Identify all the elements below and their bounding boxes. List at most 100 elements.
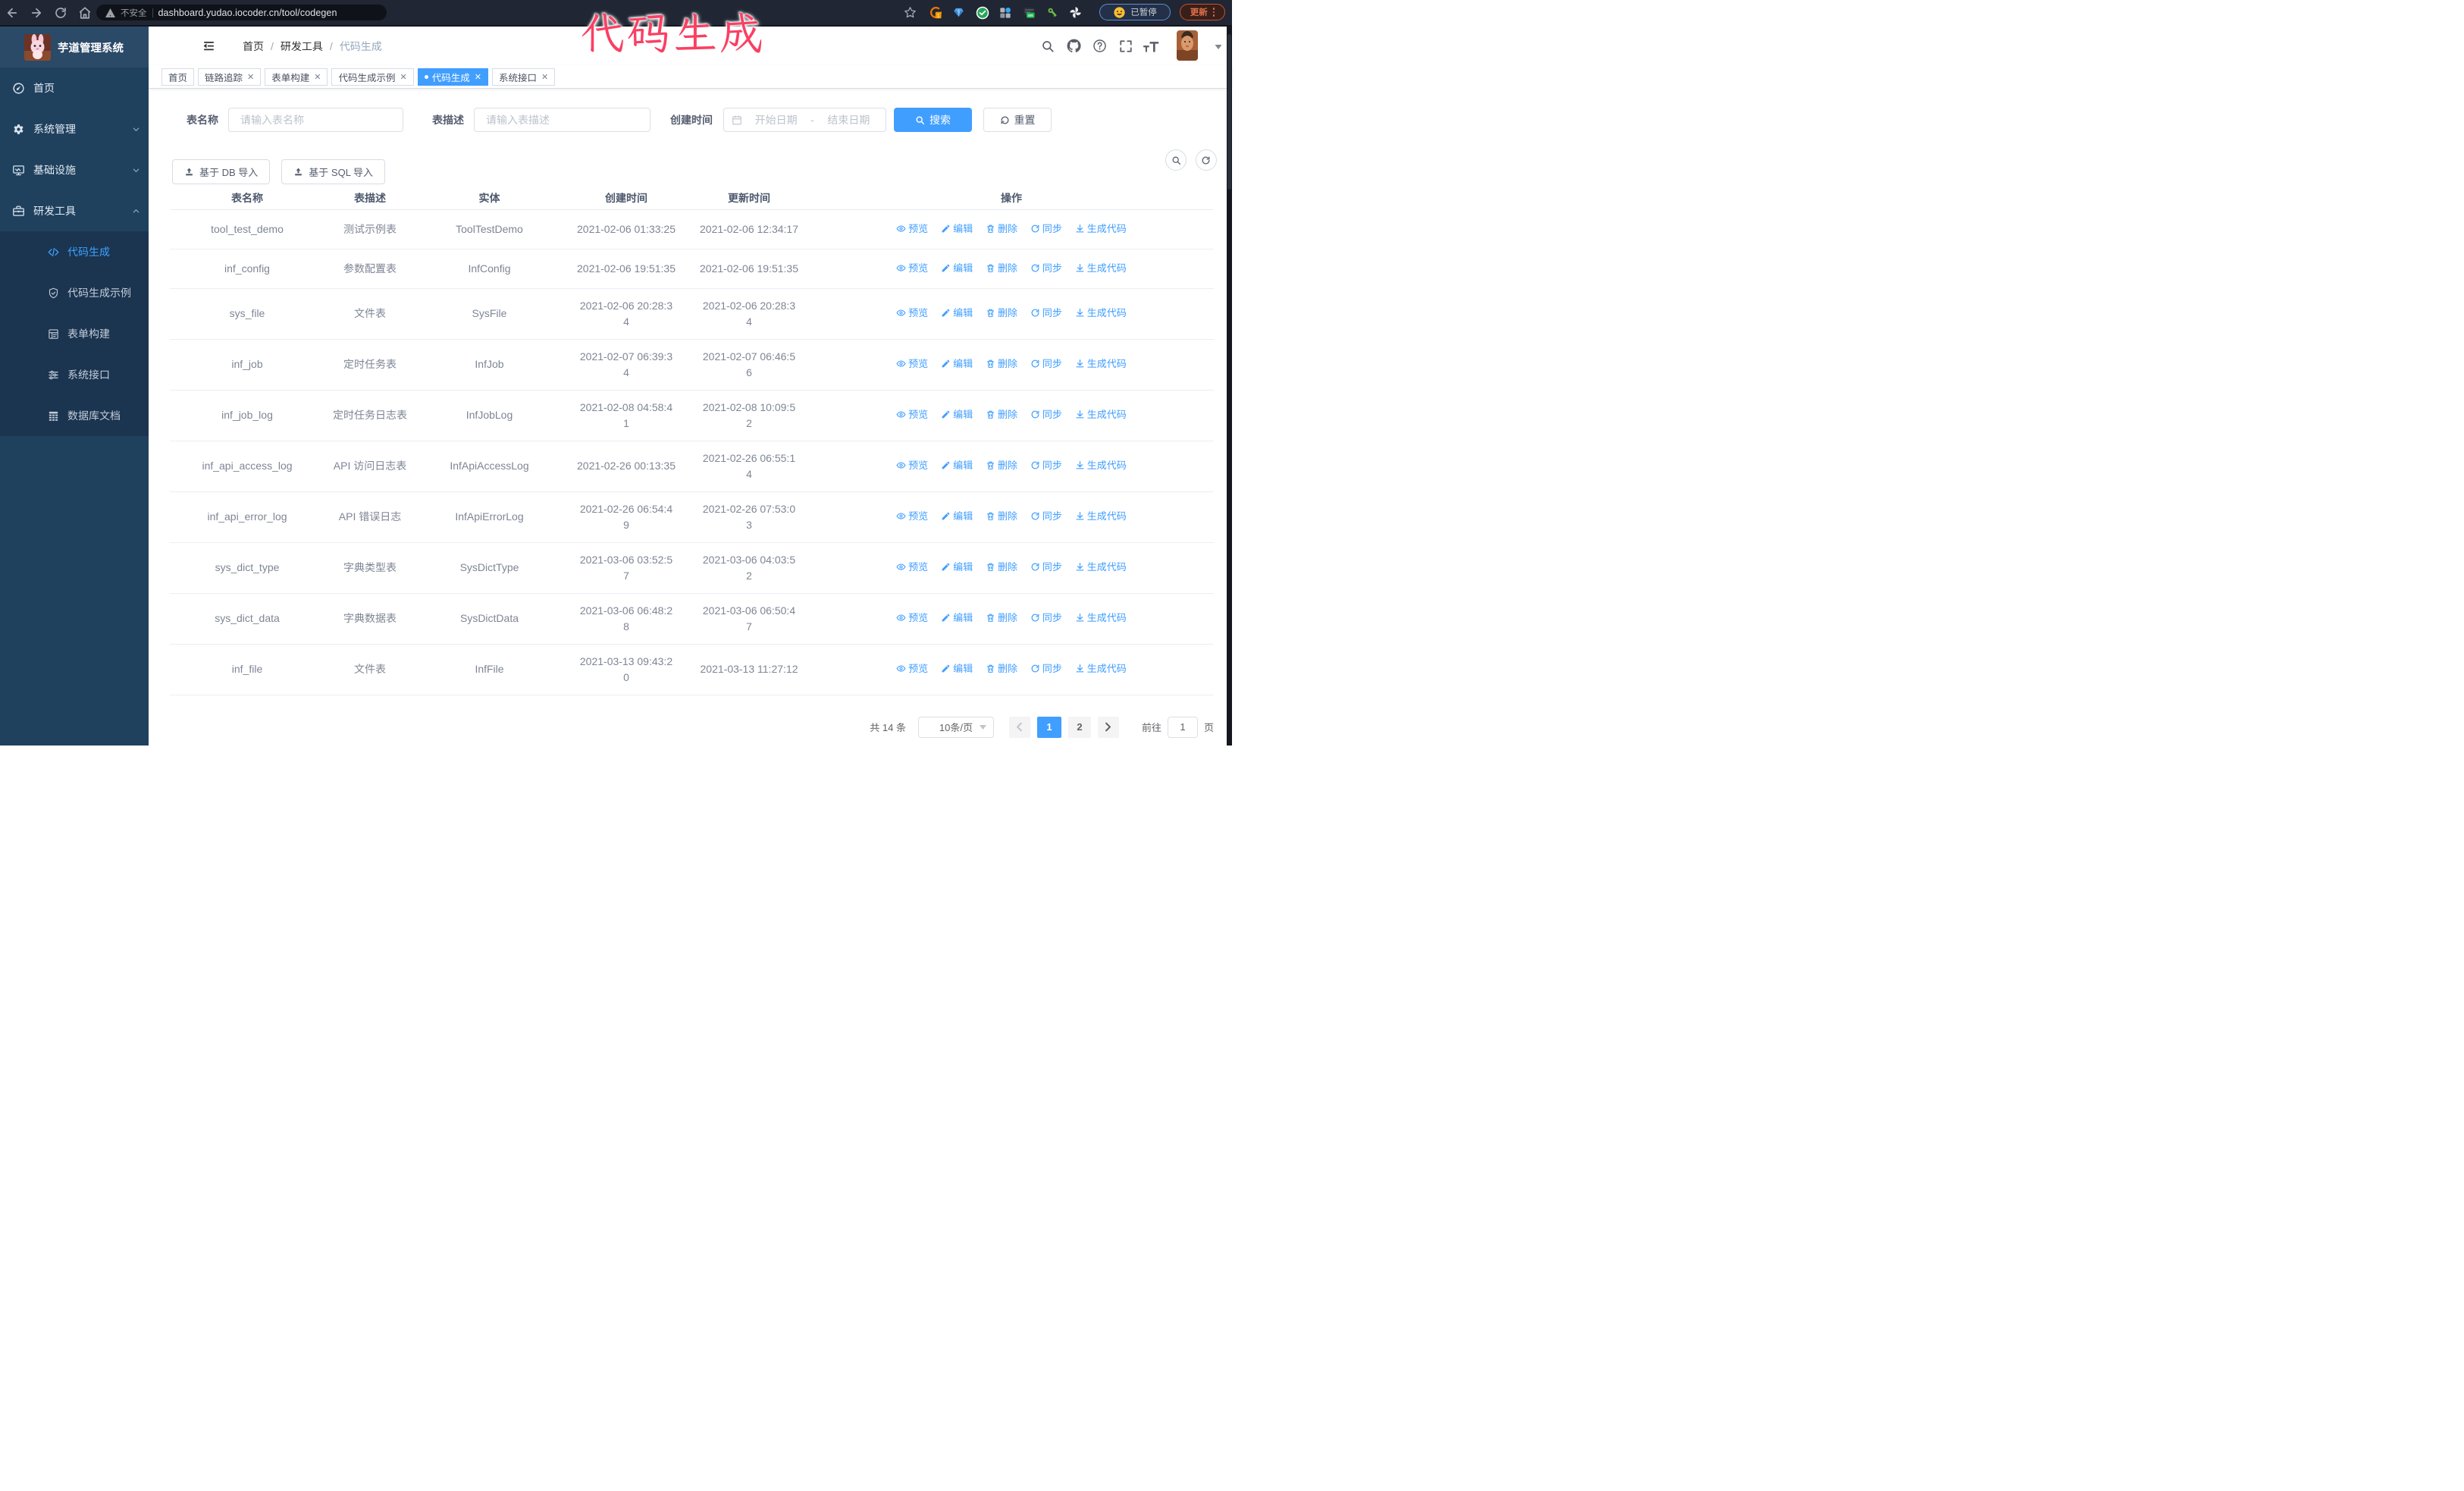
preview-link[interactable]: 预览: [896, 661, 928, 676]
delete-link[interactable]: 删除: [986, 356, 1017, 372]
preview-link[interactable]: 预览: [896, 508, 928, 524]
github-icon[interactable]: [1066, 27, 1082, 65]
sidebar-item-home[interactable]: 首页: [0, 67, 149, 108]
page-1-button[interactable]: 1: [1036, 716, 1061, 738]
font-size-icon[interactable]: [1142, 27, 1161, 65]
page-2-button[interactable]: 2: [1067, 716, 1091, 738]
preview-link[interactable]: 预览: [896, 457, 928, 473]
sync-link[interactable]: 同步: [1030, 559, 1062, 575]
sidebar-item-form-builder[interactable]: 表单构建: [0, 313, 149, 354]
reset-button[interactable]: 重置: [983, 108, 1052, 132]
tab-close-icon[interactable]: ✕: [475, 72, 481, 82]
user-avatar[interactable]: [1177, 30, 1198, 61]
profile-paused-pill[interactable]: 已暂停: [1099, 4, 1171, 20]
extension-gem-icon[interactable]: [953, 0, 964, 25]
sidebar-item-system[interactable]: 系统管理: [0, 108, 149, 149]
generate-code-link[interactable]: 生成代码: [1075, 610, 1127, 626]
caret-down-icon[interactable]: [1215, 45, 1222, 49]
extension-on-icon[interactable]: on: [1023, 0, 1036, 25]
edit-link[interactable]: 编辑: [941, 305, 973, 321]
generate-code-link[interactable]: 生成代码: [1075, 305, 1127, 321]
address-bar[interactable]: 不安全 dashboard.yudao.iocoder.cn/tool/code…: [96, 5, 387, 20]
sync-link[interactable]: 同步: [1030, 457, 1062, 473]
browser-update-button[interactable]: 更新: [1180, 4, 1225, 20]
edit-link[interactable]: 编辑: [941, 610, 973, 626]
scrollbar-thumb[interactable]: [1227, 34, 1231, 190]
edit-link[interactable]: 编辑: [941, 457, 973, 473]
header-search-icon[interactable]: [1041, 27, 1055, 65]
edit-link[interactable]: 编辑: [941, 356, 973, 372]
extension-orange-icon[interactable]: 1: [929, 0, 942, 25]
sidebar-item-codegen[interactable]: 代码生成: [0, 231, 149, 272]
sync-link[interactable]: 同步: [1030, 661, 1062, 676]
import-sql-button[interactable]: 基于 SQL 导入: [281, 159, 386, 184]
generate-code-link[interactable]: 生成代码: [1075, 508, 1127, 524]
table-desc-input[interactable]: 请输入表描述: [474, 108, 650, 132]
preview-link[interactable]: 预览: [896, 406, 928, 422]
extension-pinwheel-icon[interactable]: [1069, 0, 1082, 25]
refresh-button[interactable]: [1195, 149, 1217, 171]
preview-link[interactable]: 预览: [896, 260, 928, 276]
delete-link[interactable]: 删除: [986, 508, 1017, 524]
page-size-select[interactable]: 10条/页: [917, 716, 994, 738]
browser-forward-icon[interactable]: [30, 6, 43, 20]
sidebar-toggle-icon[interactable]: [202, 39, 216, 53]
sidebar-item-infra[interactable]: 基础设施: [0, 149, 149, 190]
bookmark-star-icon[interactable]: [904, 6, 917, 19]
edit-link[interactable]: 编辑: [941, 559, 973, 575]
generate-code-link[interactable]: 生成代码: [1075, 356, 1127, 372]
extension-key-icon[interactable]: [1046, 0, 1058, 25]
extension-grid-icon[interactable]: [999, 0, 1011, 25]
sidebar-item-db-doc[interactable]: 数据库文档: [0, 395, 149, 436]
sync-link[interactable]: 同步: [1030, 356, 1062, 372]
prev-page-button[interactable]: [1008, 716, 1030, 738]
hide-search-button[interactable]: [1165, 149, 1187, 171]
sidebar-logo[interactable]: 芋道管理系统: [0, 27, 149, 67]
tab-close-icon[interactable]: ✕: [400, 72, 407, 82]
browser-home-icon[interactable]: [78, 6, 92, 20]
delete-link[interactable]: 删除: [986, 610, 1017, 626]
delete-link[interactable]: 删除: [986, 559, 1017, 575]
tab-close-icon[interactable]: ✕: [314, 72, 321, 82]
search-button[interactable]: 搜索: [894, 108, 972, 132]
preview-link[interactable]: 预览: [896, 610, 928, 626]
tab-代码生成[interactable]: 代码生成 ✕: [417, 68, 488, 86]
sync-link[interactable]: 同步: [1030, 610, 1062, 626]
date-range-picker[interactable]: 开始日期 - 结束日期: [723, 108, 886, 132]
generate-code-link[interactable]: 生成代码: [1075, 221, 1127, 237]
tab-系统接口[interactable]: 系统接口 ✕: [491, 68, 556, 86]
extension-check-icon[interactable]: [976, 0, 989, 25]
edit-link[interactable]: 编辑: [941, 221, 973, 237]
edit-link[interactable]: 编辑: [941, 661, 973, 676]
edit-link[interactable]: 编辑: [941, 508, 973, 524]
browser-menu-icon[interactable]: [1212, 8, 1215, 17]
next-page-button[interactable]: [1097, 716, 1119, 738]
tab-代码生成示例[interactable]: 代码生成示例 ✕: [331, 68, 414, 86]
table-name-input[interactable]: 请输入表名称: [228, 108, 403, 132]
sidebar-item-codegen-example[interactable]: 代码生成示例: [0, 272, 149, 313]
preview-link[interactable]: 预览: [896, 221, 928, 237]
generate-code-link[interactable]: 生成代码: [1075, 457, 1127, 473]
breadcrumb-devtools[interactable]: 研发工具: [281, 39, 323, 54]
help-icon[interactable]: [1092, 27, 1107, 65]
generate-code-link[interactable]: 生成代码: [1075, 559, 1127, 575]
sync-link[interactable]: 同步: [1030, 508, 1062, 524]
preview-link[interactable]: 预览: [896, 356, 928, 372]
goto-page-input[interactable]: 1: [1167, 716, 1198, 738]
breadcrumb-home[interactable]: 首页: [243, 39, 264, 54]
delete-link[interactable]: 删除: [986, 661, 1017, 676]
generate-code-link[interactable]: 生成代码: [1075, 661, 1127, 676]
page-scrollbar[interactable]: [1227, 27, 1232, 746]
sync-link[interactable]: 同步: [1030, 221, 1062, 237]
preview-link[interactable]: 预览: [896, 559, 928, 575]
tab-close-icon[interactable]: ✕: [247, 72, 254, 82]
sidebar-item-api[interactable]: 系统接口: [0, 354, 149, 395]
sync-link[interactable]: 同步: [1030, 260, 1062, 276]
import-db-button[interactable]: 基于 DB 导入: [172, 159, 271, 184]
delete-link[interactable]: 删除: [986, 406, 1017, 422]
edit-link[interactable]: 编辑: [941, 260, 973, 276]
generate-code-link[interactable]: 生成代码: [1075, 260, 1127, 276]
tab-表单构建[interactable]: 表单构建 ✕: [265, 68, 328, 86]
browser-reload-icon[interactable]: [54, 6, 67, 20]
sync-link[interactable]: 同步: [1030, 305, 1062, 321]
